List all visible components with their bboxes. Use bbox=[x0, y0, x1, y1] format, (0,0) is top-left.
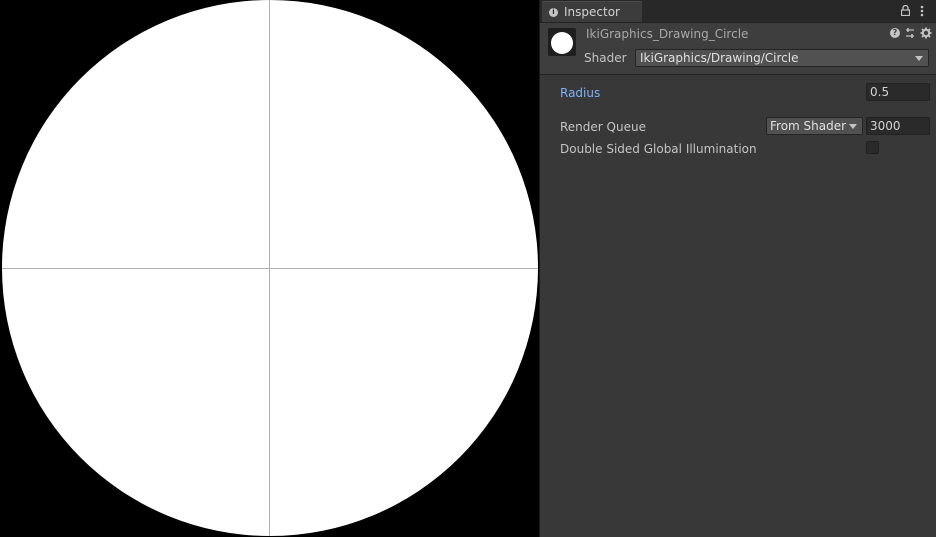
render-queue-mode-value: From Shader bbox=[770, 119, 847, 133]
material-preview-thumbnail bbox=[548, 28, 576, 56]
render-queue-row: Render Queue From Shader 3000 bbox=[540, 117, 936, 137]
material-name: IkiGraphics_Drawing_Circle bbox=[586, 27, 749, 41]
render-queue-field[interactable]: 3000 bbox=[866, 117, 930, 135]
scene-view[interactable] bbox=[0, 0, 539, 537]
preset-icon[interactable] bbox=[904, 27, 916, 39]
header-actions: ? bbox=[890, 27, 932, 39]
vertical-axis-line bbox=[269, 0, 270, 536]
chevron-down-icon bbox=[849, 124, 857, 129]
material-header: IkiGraphics_Drawing_Circle ? Shader IkiG… bbox=[540, 23, 936, 75]
tab-inspector[interactable]: i Inspector bbox=[542, 1, 642, 22]
lock-icon[interactable] bbox=[901, 5, 910, 16]
double-sided-gi-row: Double Sided Global Illumination bbox=[540, 139, 936, 159]
double-sided-gi-label: Double Sided Global Illumination bbox=[560, 142, 757, 156]
tab-inspector-label: Inspector bbox=[564, 5, 620, 19]
render-queue-mode-dropdown[interactable]: From Shader bbox=[766, 117, 863, 135]
horizontal-axis-line bbox=[2, 268, 538, 269]
inspector-panel: i Inspector IkiGraphics_Drawing_Circle ? bbox=[539, 0, 936, 537]
gear-icon[interactable] bbox=[920, 27, 932, 39]
double-sided-gi-checkbox[interactable] bbox=[866, 141, 879, 154]
radius-label[interactable]: Radius bbox=[560, 86, 600, 100]
shader-value: IkiGraphics/Drawing/Circle bbox=[640, 51, 799, 65]
radius-field[interactable]: 0.5 bbox=[866, 83, 930, 101]
render-queue-label: Render Queue bbox=[560, 120, 646, 134]
chevron-down-icon bbox=[915, 56, 923, 61]
inspector-tabbar: i Inspector bbox=[540, 0, 936, 23]
radius-row: Radius 0.5 bbox=[540, 83, 936, 103]
preview-circle-icon bbox=[551, 32, 573, 54]
kebab-menu-icon[interactable] bbox=[920, 5, 924, 17]
info-icon: i bbox=[549, 7, 558, 17]
shader-dropdown[interactable]: IkiGraphics/Drawing/Circle bbox=[635, 49, 929, 67]
shader-label: Shader bbox=[584, 51, 627, 65]
help-icon[interactable]: ? bbox=[890, 28, 900, 38]
